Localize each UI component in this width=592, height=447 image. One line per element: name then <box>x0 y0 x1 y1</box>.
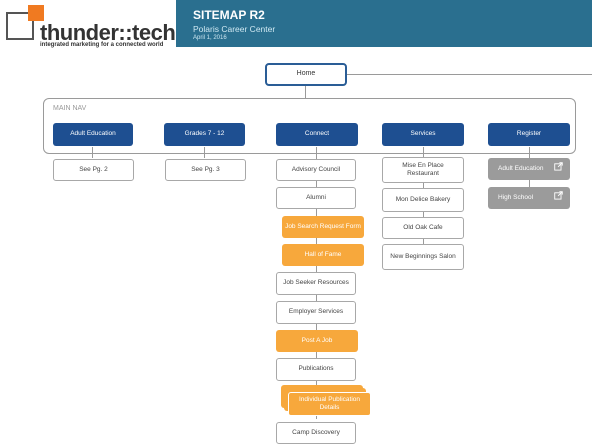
connect-hall-of-fame[interactable]: Hall of Fame <box>282 244 364 266</box>
connect-job-search-request-form[interactable]: Job Search Request Form <box>282 216 364 238</box>
connect-post-a-job[interactable]: Post A Job <box>276 330 358 352</box>
nav-services[interactable]: Services <box>382 123 464 146</box>
main-nav-label: MAIN NAV <box>53 105 87 112</box>
grades-see-page[interactable]: See Pg. 3 <box>165 159 246 181</box>
external-link-icon <box>554 162 563 171</box>
connect-advisory-council[interactable]: Advisory Council <box>276 159 356 181</box>
services-old-oak-cafe[interactable]: Old Oak Cafe <box>382 217 464 239</box>
connect-alumni[interactable]: Alumni <box>276 187 356 209</box>
services-mon-delice[interactable]: Mon Delice Bakery <box>382 188 464 212</box>
external-link-icon <box>554 191 563 200</box>
sitemap-title: SITEMAP R2 <box>193 8 265 22</box>
nav-register[interactable]: Register <box>488 123 570 146</box>
connect-individual-publication-details[interactable]: Individual Publication Details <box>288 392 371 416</box>
sitemap-date: April 1, 2016 <box>193 35 227 41</box>
home-node[interactable]: Home <box>265 63 347 86</box>
connect-employer-services[interactable]: Employer Services <box>276 301 356 324</box>
connect-publications[interactable]: Publications <box>276 358 356 381</box>
services-new-beginnings[interactable]: New Beginnings Salon <box>382 244 464 270</box>
logo-tagline: integrated marketing for a connected wor… <box>40 42 164 48</box>
connector-line <box>305 85 306 98</box>
register-high-school[interactable]: High School <box>488 187 570 209</box>
register-high-school-label: High School <box>498 193 534 201</box>
nav-connect[interactable]: Connect <box>276 123 358 146</box>
adult-education-see-page[interactable]: See Pg. 2 <box>53 159 134 181</box>
services-mise-en-place[interactable]: Mise En Place Restaurant <box>382 157 464 183</box>
register-adult-education-label: Adult Education <box>498 164 544 172</box>
connector-line <box>346 74 592 75</box>
logo-mark-accent <box>28 5 44 21</box>
nav-grades-7-12[interactable]: Grades 7 - 12 <box>164 123 245 146</box>
nav-adult-education[interactable]: Adult Education <box>53 123 133 146</box>
connect-job-seeker-resources[interactable]: Job Seeker Resources <box>276 272 356 295</box>
connect-camp-discovery[interactable]: Camp Discovery <box>276 422 356 444</box>
register-adult-education[interactable]: Adult Education <box>488 158 570 180</box>
project-name: Polaris Career Center <box>193 24 276 34</box>
